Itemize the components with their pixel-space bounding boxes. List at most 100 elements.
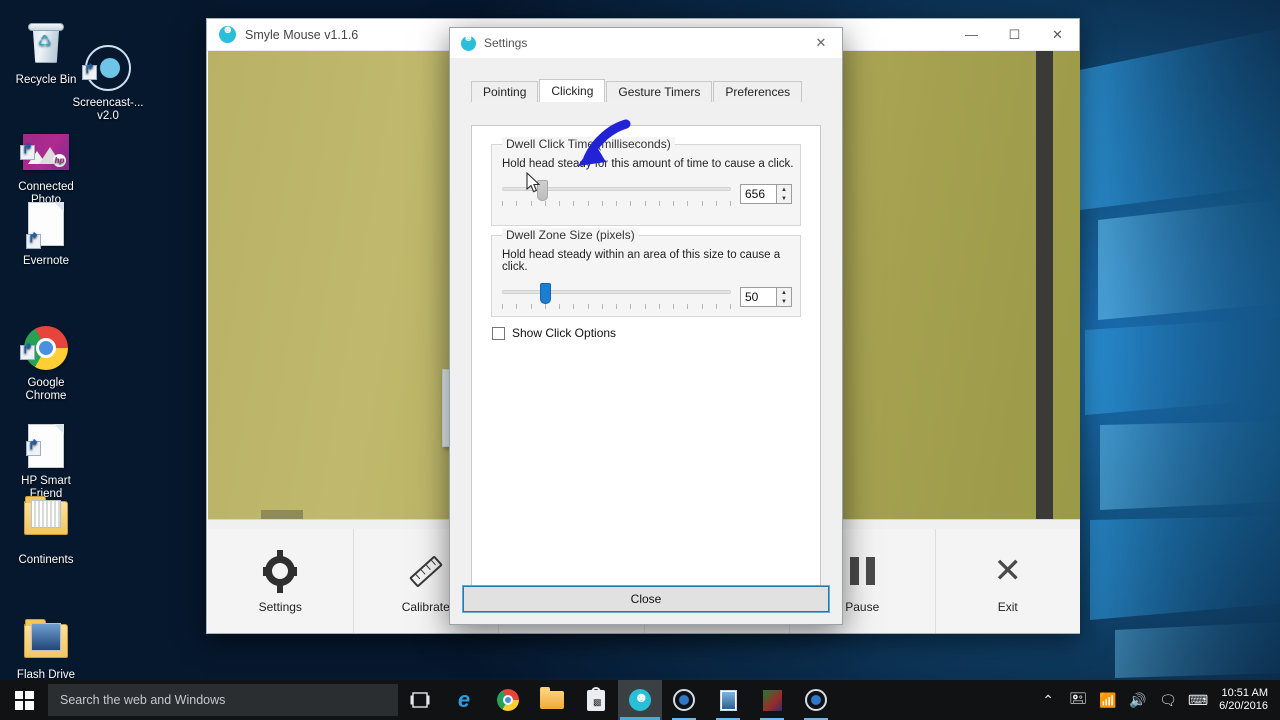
- spinner-down-icon[interactable]: ▼: [777, 297, 791, 306]
- dwell-zone-size-slider[interactable]: [500, 282, 733, 312]
- tab-gesture-timers[interactable]: Gesture Timers: [606, 81, 713, 102]
- tab-clicking[interactable]: Clicking: [539, 79, 606, 102]
- minimize-button[interactable]: —: [950, 19, 993, 51]
- taskbar-chrome[interactable]: [486, 680, 530, 720]
- taskbar-smyle-mouse[interactable]: ☻: [618, 680, 662, 720]
- show-click-options-checkbox[interactable]: Show Click Options: [492, 326, 616, 340]
- dwell-click-time-slider[interactable]: [500, 179, 733, 209]
- settings-close-button[interactable]: Close: [462, 585, 830, 613]
- slider-thumb[interactable]: [537, 180, 549, 201]
- taskbar-file-explorer[interactable]: [530, 680, 574, 720]
- search-input[interactable]: Search the web and Windows: [48, 684, 398, 716]
- file-explorer-icon: [540, 687, 564, 709]
- maximize-button[interactable]: ☐: [993, 19, 1036, 51]
- pause-icon: [849, 548, 875, 594]
- taskbar: Search the web and Windows e ▩ ☻ ⌃ 🖭 📶 🔊…: [0, 680, 1280, 720]
- settings-dialog-titlebar[interactable]: Settings ✕: [450, 28, 842, 58]
- checkbox-box[interactable]: [492, 326, 505, 340]
- screencast-ring-icon: [82, 31, 132, 91]
- spinner-up-icon[interactable]: ▲: [777, 185, 791, 194]
- document-icon: [22, 202, 70, 250]
- slider-ticks: [502, 304, 731, 310]
- dwell-zone-size-group-title: Dwell Zone Size (pixels): [502, 228, 639, 242]
- taskbar-edge[interactable]: e: [442, 680, 486, 720]
- slider-thumb[interactable]: [539, 283, 551, 304]
- toolbar-button-exit[interactable]: ✕ Exit: [936, 529, 1081, 633]
- settings-dialog: Settings ✕ Pointing Clicking Gesture Tim…: [449, 27, 843, 625]
- dwell-click-time-group-title: Dwell Click Time (milliseconds): [502, 137, 675, 151]
- toolbar-button-settings[interactable]: Settings: [208, 529, 354, 633]
- smyle-mouse-app-icon: [461, 33, 476, 51]
- ledge-in-video: [261, 510, 303, 519]
- settings-tab-panel: Dwell Click Time (milliseconds) Hold hea…: [471, 125, 821, 587]
- toolbar-button-label: Exit: [997, 600, 1018, 614]
- toolbar-button-label: Settings: [258, 600, 302, 614]
- folder-icon: [22, 603, 70, 658]
- settings-dialog-title: Settings: [484, 36, 528, 50]
- xbox-icon: [762, 689, 782, 711]
- spinner-buttons[interactable]: ▲ ▼: [776, 287, 792, 307]
- ruler-icon: [408, 548, 443, 594]
- screencast-2-icon: [805, 689, 827, 711]
- start-button[interactable]: [0, 680, 48, 720]
- dwell-zone-size-spinner[interactable]: ▲ ▼: [740, 287, 792, 307]
- x-icon: ✕: [993, 552, 1023, 590]
- dwell-click-time-group: Dwell Click Time (milliseconds) Hold hea…: [491, 137, 801, 226]
- touch-keyboard-icon[interactable]: ⌨: [1183, 680, 1213, 720]
- toolbar-button-label: Pause: [845, 600, 880, 614]
- desktop-icon-label: Evernote: [22, 255, 70, 267]
- desktop-icon-evernote[interactable]: Evernote: [0, 200, 92, 268]
- wifi-icon[interactable]: 📶: [1093, 680, 1123, 720]
- edge-icon: e: [457, 687, 471, 712]
- taskbar-photos[interactable]: [706, 680, 750, 720]
- photos-icon: [719, 689, 737, 711]
- desktop-icon-label: Continents: [18, 554, 74, 566]
- task-view-icon: [410, 692, 430, 708]
- windows-logo-icon: [14, 690, 34, 710]
- smyle-mouse-app-icon: [219, 24, 236, 43]
- smyle-mouse-title: Smyle Mouse v1.1.6: [245, 27, 359, 42]
- slider-ticks: [502, 201, 731, 207]
- dwell-zone-size-description: Hold head steady within an area of this …: [502, 249, 781, 273]
- clock[interactable]: 10:51 AM 6/20/2016: [1213, 687, 1280, 713]
- show-hidden-icons-chevron[interactable]: ⌃: [1033, 680, 1063, 720]
- removable-media-icon[interactable]: 🖭: [1063, 680, 1093, 720]
- spinner-up-icon[interactable]: ▲: [777, 288, 791, 297]
- connected-photo-icon: hp: [20, 115, 70, 170]
- gear-icon: [265, 548, 296, 594]
- desktop: ♺ Recycle Bin Screencast-... v2.0 hp Con…: [0, 0, 1280, 720]
- document-icon: [22, 409, 70, 468]
- taskbar-screencast[interactable]: [662, 680, 706, 720]
- tab-pointing[interactable]: Pointing: [471, 81, 539, 102]
- dark-strip-in-video: [1036, 51, 1053, 519]
- slider-track: [502, 290, 731, 294]
- folder-icon: [22, 496, 70, 549]
- dwell-click-time-input[interactable]: [740, 184, 776, 204]
- spinner-buttons[interactable]: ▲ ▼: [776, 184, 792, 204]
- dwell-zone-size-input[interactable]: [740, 287, 776, 307]
- dwell-zone-size-group: Dwell Zone Size (pixels) Hold head stead…: [491, 228, 801, 317]
- taskbar-screencast-2[interactable]: [794, 680, 838, 720]
- taskbar-store[interactable]: ▩: [574, 680, 618, 720]
- store-icon: ▩: [587, 686, 605, 711]
- desktop-icon-continents[interactable]: Continents: [0, 493, 92, 567]
- clock-date: 6/20/2016: [1219, 700, 1268, 712]
- chrome-icon: [497, 689, 519, 711]
- chrome-icon: [20, 311, 70, 370]
- settings-dialog-close-icon[interactable]: ✕: [800, 28, 842, 58]
- clock-time: 10:51 AM: [1221, 687, 1268, 699]
- dwell-click-time-description: Hold head steady for this amount of time…: [502, 158, 794, 170]
- system-tray: ⌃ 🖭 📶 🔊 🗨 ⌨ 10:51 AM 6/20/2016: [1033, 680, 1280, 720]
- close-button[interactable]: ✕: [1036, 19, 1079, 51]
- volume-icon[interactable]: 🔊: [1123, 680, 1153, 720]
- search-placeholder: Search the web and Windows: [60, 693, 226, 707]
- dwell-click-time-spinner[interactable]: ▲ ▼: [740, 184, 792, 204]
- tab-preferences[interactable]: Preferences: [713, 81, 803, 102]
- taskbar-task-view[interactable]: [398, 680, 442, 720]
- taskbar-xbox[interactable]: [750, 680, 794, 720]
- smyle-mouse-icon: ☻: [629, 689, 651, 711]
- spinner-down-icon[interactable]: ▼: [777, 194, 791, 203]
- checkbox-label: Show Click Options: [512, 326, 617, 340]
- settings-tabstrip: Pointing Clicking Gesture Timers Prefere…: [450, 79, 842, 102]
- action-center-icon[interactable]: 🗨: [1153, 680, 1183, 720]
